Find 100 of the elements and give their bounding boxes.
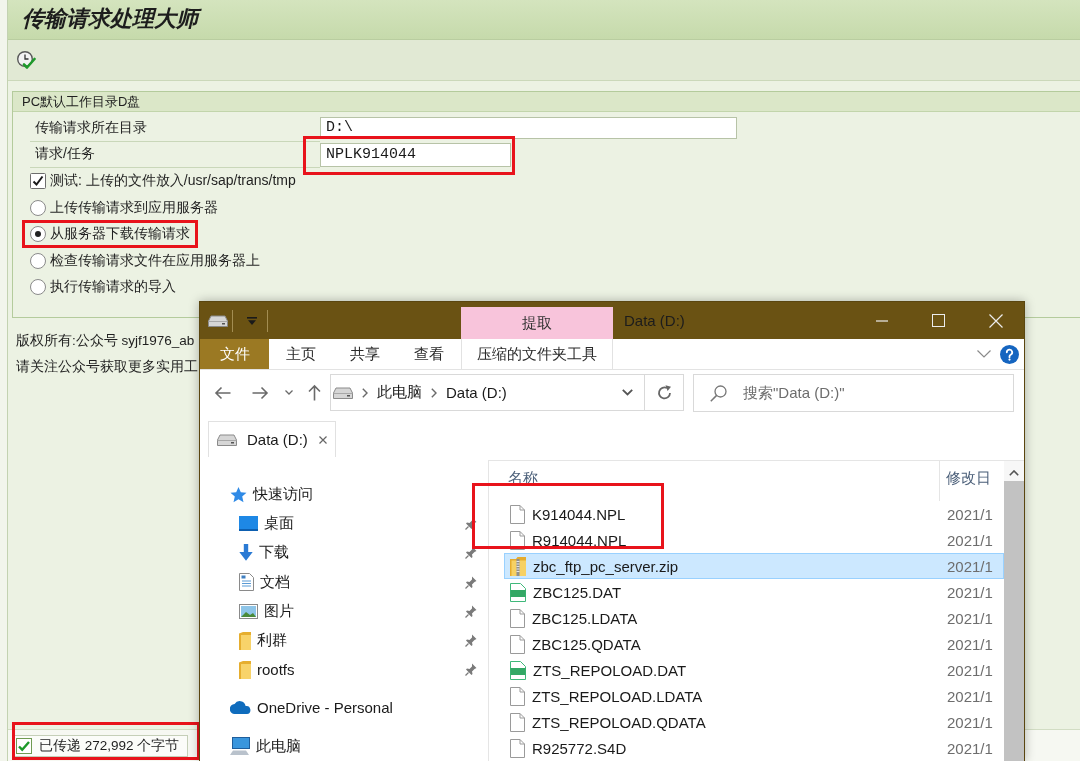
cloud-icon [230, 701, 251, 715]
file-date: 2021/1 [947, 505, 994, 523]
file-row[interactable]: ZBC125.LDATA 2021/1 [504, 605, 1004, 631]
file-date: 2021/1 [947, 687, 994, 705]
nav-item[interactable]: OneDrive - Personal [230, 699, 393, 717]
forward-arrow-icon[interactable] [252, 385, 269, 400]
document-icon [239, 573, 254, 592]
checkbox[interactable] [30, 173, 46, 190]
file-row[interactable]: R925772.S4D 2021/1 [504, 735, 1004, 761]
nav-item[interactable]: 利群 [239, 631, 287, 651]
ribbon-tab[interactable]: 压缩的文件夹工具 [461, 339, 613, 369]
file-icon [510, 608, 525, 628]
chevron-right-icon[interactable] [431, 387, 437, 398]
file-row[interactable]: ZBC125.QDATA 2021/1 [504, 631, 1004, 657]
nav-item[interactable]: 桌面 [239, 514, 294, 534]
drive-icon[interactable] [208, 314, 228, 327]
nav-item[interactable]: 此电脑 [230, 736, 301, 756]
file-row[interactable]: ZTS_REPOLOAD.DAT 2021/1 [504, 657, 1004, 683]
search-icon [710, 384, 727, 402]
input-field[interactable]: NPLK914044 [320, 142, 511, 167]
nav-item[interactable]: 图片 [239, 601, 294, 621]
file-row[interactable]: zbc_ftp_pc_server.zip 2021/1 [504, 553, 1004, 579]
radio-button[interactable] [30, 279, 46, 296]
status-message: 已传递 272,992 个字节 [39, 736, 180, 755]
file-name: ZBC125.LDATA [532, 609, 639, 627]
back-arrow-icon[interactable] [214, 385, 231, 400]
star-icon [230, 486, 247, 503]
file-row[interactable]: ZTS_REPOLOAD.LDATA 2021/1 [504, 683, 1004, 709]
chevron-right-icon[interactable] [362, 387, 368, 398]
nav-item[interactable]: 下载 [239, 543, 289, 563]
option-label: 上传传输请求到应用服务器 [50, 198, 218, 217]
file-icon [510, 504, 525, 524]
option-label: 测试: 上传的文件放入/usr/sap/trans/tmp [50, 172, 296, 191]
radio-button[interactable] [30, 252, 46, 269]
nav-item[interactable]: 文档 [239, 572, 290, 592]
file-date: 2021/1 [947, 583, 994, 601]
up-arrow-icon[interactable] [308, 384, 321, 401]
chevron-down-icon[interactable] [977, 350, 991, 358]
file-icon [510, 686, 525, 706]
note-text: 请关注公众号获取更多实用工 [16, 358, 198, 376]
folder-tab[interactable]: Data (D:) [208, 421, 336, 457]
execute-icon[interactable] [16, 50, 36, 70]
desktop-icon [239, 516, 258, 532]
column-header[interactable]: 修改日 [940, 461, 991, 501]
download-arrow-icon [239, 544, 253, 562]
file-row[interactable]: K914044.NPL 2021/1 [504, 501, 1004, 527]
pin-icon[interactable] [465, 546, 477, 560]
breadcrumb[interactable]: Data (D:) [446, 384, 507, 401]
file-date: 2021/1 [947, 713, 994, 731]
file-row[interactable]: R914044.NPL 2021/1 [504, 527, 1004, 553]
file-row[interactable]: ZBC125.DAT 2021/1 [504, 579, 1004, 605]
input-field[interactable]: D:\ [320, 117, 737, 140]
scroll-up-icon[interactable] [1009, 470, 1019, 476]
drive-icon [333, 386, 353, 399]
help-icon[interactable] [1000, 344, 1019, 364]
ribbon-tab[interactable]: 文件 [200, 339, 269, 369]
drive-icon [217, 433, 237, 446]
folder-icon [239, 660, 251, 679]
group-title: PC默认工作目录D盘 [13, 92, 1080, 112]
pin-icon[interactable] [465, 634, 477, 648]
ribbon-tab[interactable]: 共享 [333, 339, 397, 369]
zip-folder-icon [510, 556, 526, 576]
radio-button[interactable] [30, 199, 46, 216]
file-name: K914044.NPL [532, 505, 627, 523]
ribbon-tab[interactable]: 查看 [397, 339, 461, 369]
nav-item[interactable]: rootfs [239, 660, 295, 679]
file-name: ZTS_REPOLOAD.LDATA [532, 687, 704, 705]
file-date: 2021/1 [947, 635, 994, 653]
pin-icon[interactable] [465, 604, 477, 618]
search-field[interactable]: 搜索"Data (D:)" [693, 373, 1014, 412]
file-name: R914044.NPL [532, 531, 628, 549]
nav-item[interactable]: 快速访问 [230, 485, 313, 505]
breadcrumb[interactable]: 此电脑 [377, 383, 422, 402]
caret-icon[interactable] [285, 390, 293, 395]
refresh-button[interactable] [645, 374, 684, 411]
context-tab-header: 提取 [461, 307, 613, 339]
pin-icon[interactable] [465, 575, 477, 589]
close-icon[interactable] [319, 435, 327, 444]
option-label: 检查传输请求文件在应用服务器上 [50, 251, 260, 270]
file-date: 2021/1 [947, 739, 994, 757]
file-date: 2021/1 [947, 557, 994, 575]
picture-icon [239, 603, 258, 619]
chevron-down-icon[interactable] [622, 389, 633, 396]
video-file-icon [510, 582, 526, 602]
maximize-icon[interactable] [932, 314, 945, 327]
refresh-icon [656, 385, 672, 400]
field-label: 传输请求所在目录 [35, 118, 147, 137]
pin-icon[interactable] [465, 663, 477, 677]
option-label: 执行传输请求的导入 [50, 278, 176, 297]
file-name: ZTS_REPOLOAD.DAT [533, 661, 688, 679]
note-text: 版权所有:公众号 syjf1976_ab [16, 332, 195, 350]
radio-button[interactable] [30, 226, 46, 243]
address-bar[interactable]: 此电脑 Data (D:) [330, 374, 645, 411]
file-icon [510, 712, 525, 732]
file-date: 2021/1 [947, 661, 994, 679]
option-label: 从服务器下载传输请求 [50, 225, 190, 244]
file-name: ZTS_REPOLOAD.QDATA [532, 713, 707, 731]
ribbon-tab[interactable]: 主页 [269, 339, 333, 369]
file-row[interactable]: ZTS_REPOLOAD.QDATA 2021/1 [504, 709, 1004, 735]
minimize-icon[interactable] [875, 319, 888, 322]
